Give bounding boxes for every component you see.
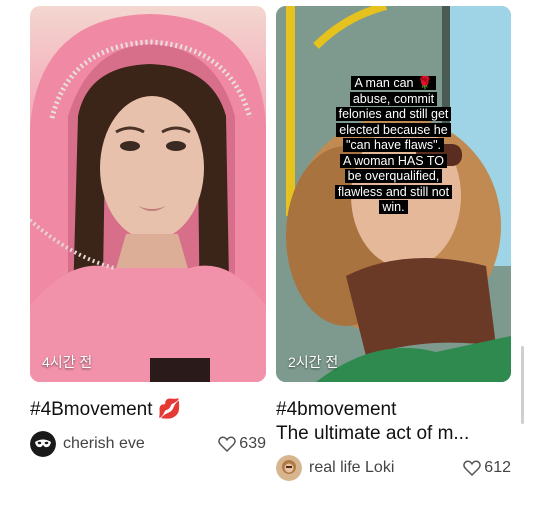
post-title-line1: #4bmovement [276, 399, 397, 420]
caption-line: abuse, commit [349, 91, 438, 106]
kiss-emoji-icon: 💋 [157, 399, 182, 420]
post-title[interactable]: #4bmovement The ultimate act of m... [276, 398, 511, 446]
feed-page: { "cards": [ { "time_ago": "4시간 전", "tit… [0, 0, 540, 526]
caption-line: win. [379, 200, 408, 214]
mask-icon[interactable] [30, 431, 56, 457]
scrollbar[interactable] [521, 346, 524, 424]
caption-line: A man can 🌹 [351, 76, 436, 90]
caption-line: felonies and still get [335, 107, 452, 121]
author-name[interactable]: real life Loki [309, 459, 394, 477]
post-card[interactable]: 4시간 전 #4Bmovement 💋 cherish eve 639 [30, 6, 266, 457]
time-ago-label: 2시간 전 [288, 354, 339, 370]
caption-line: A woman HAS TO [340, 153, 447, 168]
heart-icon [463, 460, 482, 476]
video-caption-overlay: A man can 🌹 abuse, commit felonies and s… [276, 76, 511, 216]
like-button[interactable]: 639 [218, 435, 266, 453]
caption-line: elected because he [336, 122, 451, 137]
video-frame-illustration [30, 14, 266, 382]
caption-line: "can have flaws". [342, 138, 445, 152]
post-title[interactable]: #4Bmovement 💋 [30, 398, 266, 422]
post-card[interactable]: A man can 🌹 abuse, commit felonies and s… [276, 6, 511, 481]
post-title-text: #4Bmovement [30, 399, 153, 420]
author-name[interactable]: cherish eve [63, 435, 145, 453]
post-meta: cherish eve 639 [30, 431, 266, 457]
caption-line: flawless and still not [334, 184, 453, 199]
post-thumbnail[interactable]: A man can 🌹 abuse, commit felonies and s… [276, 6, 511, 382]
like-count: 639 [239, 435, 266, 452]
post-title-line2: The ultimate act of m... [276, 423, 470, 444]
heart-icon [218, 436, 237, 452]
post-thumbnail[interactable]: 4시간 전 [30, 6, 266, 382]
portrait-avatar[interactable] [276, 455, 302, 481]
like-count: 612 [484, 459, 511, 476]
like-button[interactable]: 612 [463, 459, 511, 477]
caption-line: be overqualified, [344, 169, 443, 183]
post-meta: real life Loki 612 [276, 455, 511, 481]
time-ago-label: 4시간 전 [42, 354, 93, 370]
